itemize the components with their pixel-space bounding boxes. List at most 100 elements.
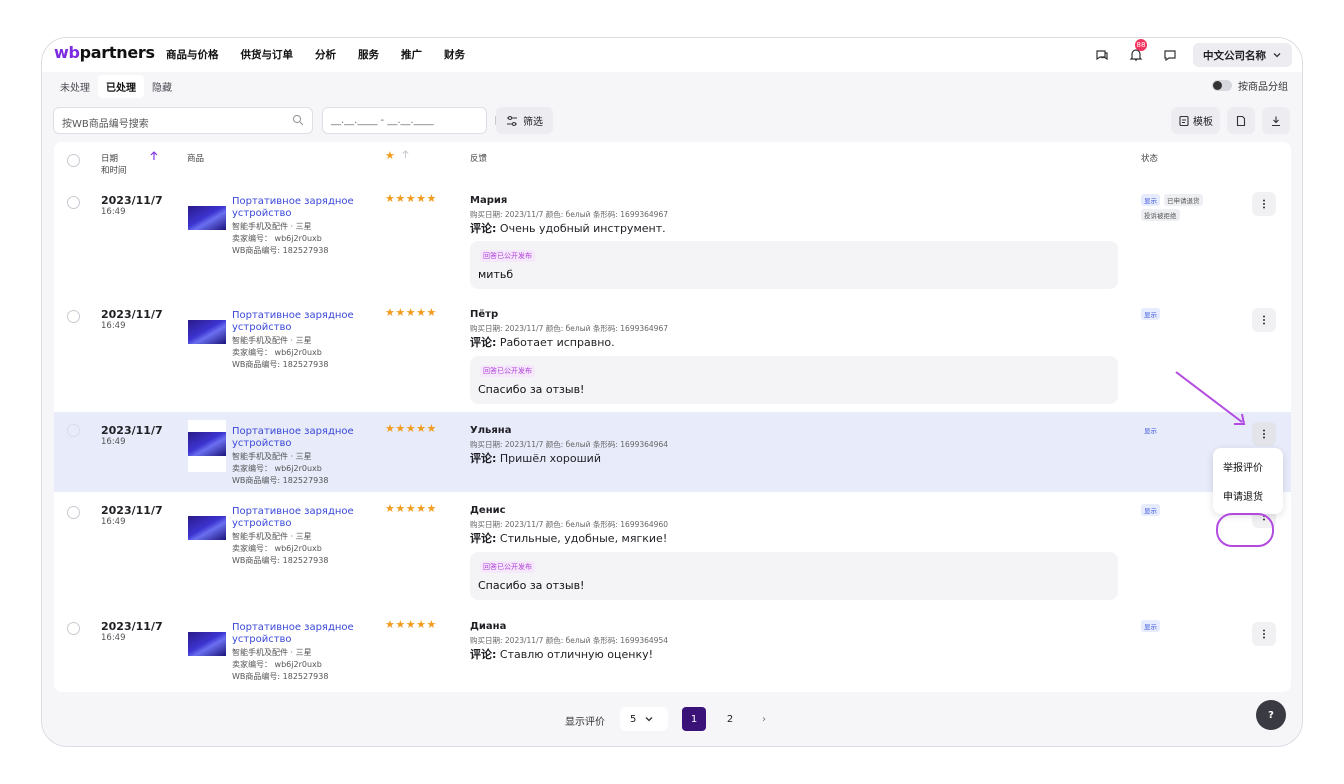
rating-stars: ★★★★★ — [385, 618, 437, 631]
column-date[interactable]: 日期 和时间 — [101, 152, 127, 176]
tab-processed[interactable]: 已处理 — [98, 75, 144, 98]
filter-icon — [507, 115, 517, 126]
support-icon[interactable] — [1157, 42, 1183, 68]
page-2-button[interactable]: 2 — [718, 707, 742, 731]
review-date: 2023/11/7 — [101, 308, 163, 321]
row-checkbox[interactable] — [67, 196, 80, 209]
tab-hidden[interactable]: 隐藏 — [144, 75, 180, 98]
row-checkbox[interactable] — [67, 424, 80, 437]
nav-item-analytics[interactable]: 分析 — [315, 47, 336, 62]
review-comment: 评论: Очень удобный инструмент. — [470, 222, 666, 235]
chat-icon[interactable] — [1089, 42, 1115, 68]
review-comment: 评论: Работает исправно. — [470, 336, 615, 349]
status-badge: 显示 — [1141, 194, 1160, 206]
sort-arrow-icon[interactable] — [401, 150, 410, 159]
per-page-select[interactable]: 5 — [620, 707, 668, 731]
table-row[interactable]: 2023/11/7 16:49 Портативное зарядное уст… — [54, 296, 1291, 410]
product-name-link[interactable]: Портативное зарядное устройство — [232, 426, 362, 450]
next-page-button[interactable]: › — [752, 707, 776, 731]
row-checkbox[interactable] — [67, 310, 80, 323]
app-window: wbpartners 商品与价格 供货与订单 分析 服务 推广 财务 88 中文… — [41, 37, 1303, 747]
status-badges: 显示 已申请退货 投诉被拒绝 — [1141, 194, 1231, 224]
annotation-arrow-icon — [1175, 371, 1246, 425]
product-name-link[interactable]: Портативное зарядное устройство — [232, 196, 362, 220]
product-thumbnail[interactable] — [188, 206, 226, 230]
review-date: 2023/11/7 — [101, 194, 163, 207]
group-by-product-toggle[interactable]: 按商品分组 — [1212, 78, 1288, 93]
table-row[interactable]: 2023/11/7 16:49 Портативное зарядное уст… — [54, 494, 1291, 608]
pagination: 显示评价 5 1 2 › — [42, 704, 1302, 734]
logo[interactable]: wbpartners — [54, 43, 155, 62]
reviewer-name: Мария — [470, 195, 508, 206]
more-vertical-icon — [1263, 199, 1265, 209]
product-name-link[interactable]: Портативное зарядное устройство — [232, 622, 362, 646]
nav-item-promotion[interactable]: 推广 — [401, 47, 422, 62]
status-badges: 显示 — [1141, 308, 1231, 323]
nav-item-products-prices[interactable]: 商品与价格 — [166, 47, 219, 62]
download-button[interactable] — [1262, 107, 1290, 134]
review-status-tabs: 未处理 已处理 隐藏 — [52, 75, 180, 98]
row-checkbox[interactable] — [67, 622, 80, 635]
nav-item-supply-orders[interactable]: 供货与订单 — [241, 47, 294, 62]
status-badges: 显示 — [1141, 620, 1231, 635]
status-badge: 显示 — [1141, 308, 1160, 320]
per-page-value: 5 — [630, 713, 637, 725]
more-actions-button[interactable] — [1252, 192, 1276, 216]
product-thumbnail[interactable] — [188, 432, 226, 456]
wb-code: WB商品编号: 182527938 — [232, 556, 329, 565]
review-date: 2023/11/7 — [101, 504, 163, 517]
more-actions-button[interactable] — [1252, 308, 1276, 332]
review-time: 16:49 — [101, 207, 126, 217]
more-vertical-icon — [1263, 629, 1265, 639]
table-row[interactable]: 2023/11/7 16:49 Портативное зарядное уст… — [54, 182, 1291, 296]
product-name-link[interactable]: Портативное зарядное устройство — [232, 506, 362, 530]
filter-button[interactable]: 筛选 — [496, 107, 553, 134]
download-icon — [1272, 116, 1280, 126]
row-context-menu: 举报评价 申请退货 — [1213, 448, 1283, 514]
toggle-switch[interactable] — [1212, 80, 1232, 91]
template-button[interactable]: 模板 — [1171, 107, 1220, 134]
review-time: 16:49 — [101, 633, 126, 643]
review-comment: 评论: Стильные, удобные, мягкие! — [470, 532, 668, 545]
product-thumbnail[interactable] — [188, 320, 226, 344]
more-actions-button[interactable] — [1252, 622, 1276, 646]
table-row-selected[interactable]: 2023/11/7 16:49 Портативное зарядное уст… — [54, 412, 1291, 492]
more-actions-button[interactable] — [1252, 422, 1276, 446]
purchase-meta: 购买日期: 2023/11/7 颜色: белый 条形码: 169936496… — [470, 520, 669, 529]
nav-item-services[interactable]: 服务 — [358, 47, 379, 62]
product-name-link[interactable]: Портативное зарядное устройство — [232, 310, 362, 334]
wb-code: WB商品编号: 182527938 — [232, 246, 329, 255]
main-menu: 商品与价格 供货与订单 分析 服务 推广 财务 — [166, 47, 487, 62]
product-thumbnail[interactable] — [188, 632, 226, 656]
star-icon[interactable]: ★ — [385, 149, 395, 162]
notification-badge: 88 — [1135, 39, 1147, 51]
seller-code: 卖家编号： wb6j2r0uxb — [232, 660, 322, 669]
reply-text: Спасибо за отзыв! — [478, 383, 585, 396]
search-input[interactable]: 按WB商品编号搜索 — [53, 107, 313, 134]
page-1-button[interactable]: 1 — [682, 707, 706, 731]
menu-item-request-return[interactable]: 申请退货 — [1213, 481, 1283, 510]
search-icon — [292, 114, 304, 126]
tab-unprocessed[interactable]: 未处理 — [52, 75, 98, 98]
date-range-input[interactable]: __.__.____ - __.__.____ — [322, 107, 507, 134]
wb-code: WB商品编号: 182527938 — [232, 672, 329, 681]
date-placeholder: __.__.____ - __.__.____ — [331, 115, 434, 126]
sort-arrow-up-icon[interactable] — [149, 151, 159, 161]
status-badge: 显示 — [1141, 504, 1160, 516]
more-vertical-icon — [1263, 315, 1265, 325]
company-selector[interactable]: 中文公司名称 — [1193, 43, 1292, 67]
help-button[interactable]: ? — [1256, 700, 1286, 730]
seller-code: 卖家编号： wb6j2r0uxb — [232, 348, 322, 357]
select-all-checkbox[interactable] — [67, 154, 80, 167]
purchase-meta: 购买日期: 2023/11/7 颜色: белый 条形码: 169936495… — [470, 636, 669, 645]
row-checkbox[interactable] — [67, 506, 80, 519]
company-name: 中文公司名称 — [1203, 49, 1266, 62]
export-file-button[interactable] — [1227, 107, 1255, 134]
product-thumbnail[interactable] — [188, 516, 226, 540]
nav-item-finance[interactable]: 财务 — [444, 47, 465, 62]
per-page-label: 显示评价 — [565, 717, 605, 728]
bell-icon[interactable]: 88 — [1123, 39, 1149, 68]
menu-item-report-review[interactable]: 举报评价 — [1213, 452, 1283, 481]
table-row[interactable]: 2023/11/7 16:49 Портативное зарядное уст… — [54, 610, 1291, 690]
status-badge: 显示 — [1144, 427, 1157, 435]
